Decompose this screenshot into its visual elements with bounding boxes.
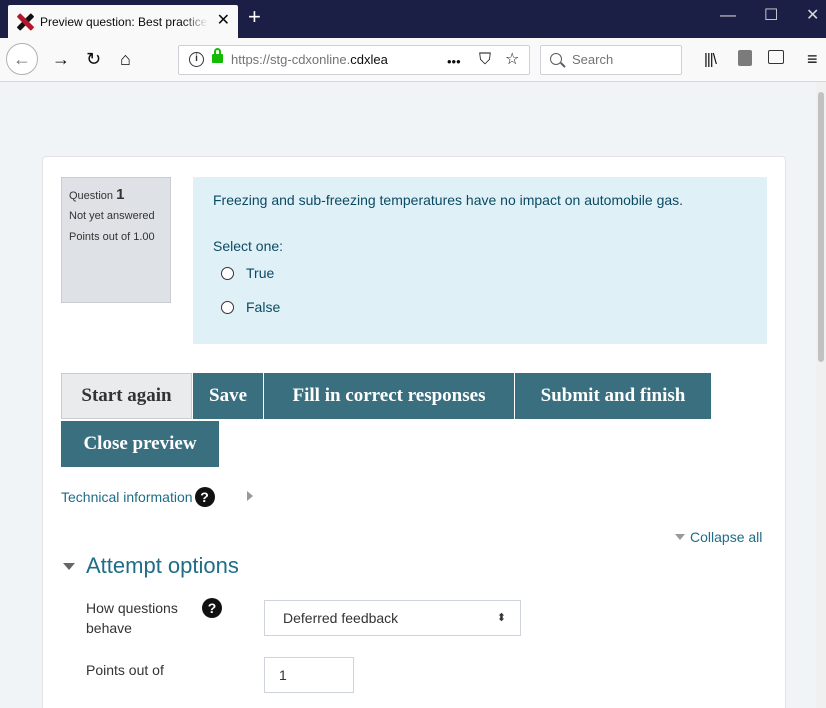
option-true[interactable]: True bbox=[221, 265, 274, 281]
answer-prompt: Select one: bbox=[213, 238, 284, 254]
collapse-all-link[interactable]: Collapse all bbox=[675, 529, 762, 545]
close-preview-button[interactable]: Close preview bbox=[61, 421, 219, 467]
question-info: Question 1 Not yet answered Points out o… bbox=[61, 177, 171, 303]
site-favicon-icon bbox=[16, 13, 34, 31]
points-out-of-input[interactable]: 1 bbox=[264, 657, 354, 693]
question-points: Points out of 1.00 bbox=[69, 231, 155, 243]
save-button[interactable]: Save bbox=[193, 373, 263, 419]
behaviour-select-value: Deferred feedback bbox=[283, 610, 399, 626]
submit-finish-button[interactable]: Submit and finish bbox=[515, 373, 711, 419]
window-close-icon[interactable]: ✕ bbox=[806, 6, 819, 26]
maximize-icon[interactable]: ☐ bbox=[764, 6, 778, 26]
search-icon bbox=[550, 53, 562, 65]
reader-icon[interactable] bbox=[738, 50, 752, 66]
select-arrows-icon: ⬍ bbox=[496, 612, 506, 624]
menu-icon[interactable]: ≡ bbox=[807, 48, 818, 70]
scrollbar-thumb[interactable] bbox=[818, 92, 824, 362]
home-icon[interactable]: ⌂ bbox=[120, 48, 131, 70]
expand-arrow-icon[interactable] bbox=[247, 491, 253, 501]
back-arrow-icon[interactable]: ← bbox=[6, 43, 38, 75]
tab-close-icon[interactable]: ✕ bbox=[217, 12, 230, 30]
option-false[interactable]: False bbox=[221, 299, 280, 315]
browser-titlebar: Preview question: Best practice ✕ + — ☐ … bbox=[0, 0, 826, 38]
minimize-icon[interactable]: — bbox=[720, 6, 736, 26]
technical-information-label: Technical information bbox=[61, 489, 193, 505]
behaviour-select[interactable]: Deferred feedback ⬍ bbox=[264, 600, 521, 636]
question-content: Freezing and sub-freezing temperatures h… bbox=[193, 177, 767, 344]
url-text[interactable]: https://stg-cdxonline.cdxlea bbox=[231, 52, 436, 67]
start-again-button[interactable]: Start again bbox=[61, 373, 192, 419]
sidebar-icon[interactable] bbox=[768, 50, 784, 64]
browser-tab[interactable]: Preview question: Best practice ✕ bbox=[8, 5, 238, 38]
library-icon[interactable]: |||\ bbox=[704, 49, 717, 71]
reload-icon[interactable]: ↻ bbox=[86, 48, 101, 70]
question-state: Not yet answered bbox=[69, 210, 155, 222]
attempt-options-label: Attempt options bbox=[86, 553, 239, 578]
forward-arrow-icon[interactable]: → bbox=[52, 48, 70, 70]
browser-toolbar: ← → ↻ ⌂ i https://stg-cdxonline.cdxlea •… bbox=[0, 38, 826, 82]
collapse-arrow-icon bbox=[675, 534, 685, 540]
option-label: True bbox=[246, 265, 275, 281]
bookmark-star-icon[interactable]: ☆ bbox=[505, 50, 519, 70]
tab-title: Preview question: Best practice bbox=[40, 14, 208, 29]
radio-true[interactable] bbox=[221, 266, 234, 280]
pocket-icon[interactable]: ⛉ bbox=[479, 50, 491, 70]
radio-false[interactable] bbox=[221, 300, 234, 314]
fill-correct-button[interactable]: Fill in correct responses bbox=[264, 373, 514, 419]
page-actions-icon[interactable]: ••• bbox=[447, 52, 461, 72]
url-bar[interactable]: i https://stg-cdxonline.cdxlea ••• ⛉ ☆ bbox=[178, 45, 530, 75]
how-questions-behave-label: How questions behave bbox=[86, 600, 178, 636]
question-text: Freezing and sub-freezing temperatures h… bbox=[213, 192, 684, 208]
help-icon[interactable]: ? bbox=[202, 598, 222, 618]
search-placeholder: Search bbox=[572, 52, 614, 67]
lock-icon bbox=[212, 48, 223, 63]
collapse-all-label: Collapse all bbox=[690, 529, 763, 545]
attempt-options-heading[interactable]: Attempt options bbox=[63, 553, 239, 579]
technical-information-link[interactable]: Technical information ? bbox=[61, 487, 215, 507]
page-scrollbar[interactable] bbox=[816, 82, 826, 708]
section-toggle-icon bbox=[63, 562, 75, 570]
option-label: False bbox=[246, 299, 281, 315]
question-number: Question 1 bbox=[69, 186, 125, 203]
site-info-icon[interactable]: i bbox=[189, 52, 204, 67]
new-tab-icon[interactable]: + bbox=[248, 4, 261, 30]
help-icon[interactable]: ? bbox=[194, 487, 215, 507]
search-input[interactable]: Search bbox=[540, 45, 682, 75]
points-out-of-label: Points out of bbox=[86, 662, 164, 678]
